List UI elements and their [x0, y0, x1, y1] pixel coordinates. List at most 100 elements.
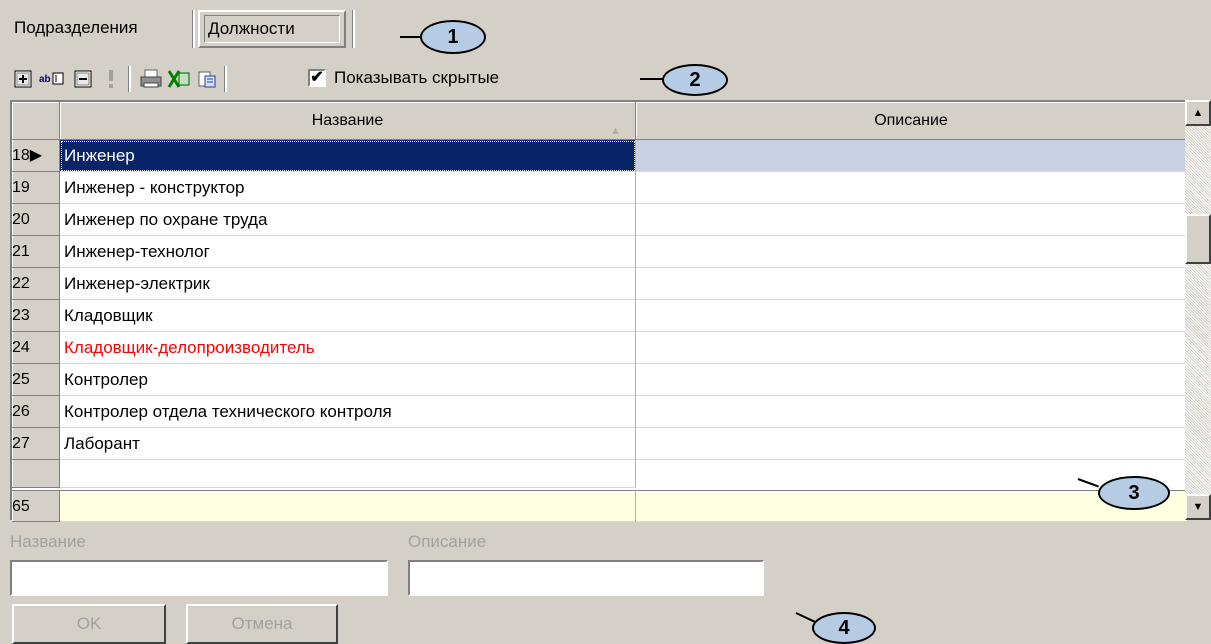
toolbar-separator: [128, 66, 131, 92]
row-number-label: 23: [12, 307, 30, 324]
row-number: 23: [12, 300, 60, 332]
row-name-cell[interactable]: Инженер: [60, 140, 636, 172]
arrow-down-icon: ▼: [1192, 501, 1204, 513]
edit-button[interactable]: ab: [38, 68, 66, 90]
printer-icon: [140, 69, 162, 88]
description-input[interactable]: [408, 560, 764, 596]
show-hidden-label: Показывать скрытые: [334, 68, 500, 87]
empty-row: [12, 460, 1187, 492]
row-number: 65: [12, 490, 60, 522]
tab-divider: [352, 10, 355, 48]
excel-icon: [167, 70, 190, 88]
row-number-label: 22: [12, 275, 30, 292]
table-row[interactable]: 18▶ Инженер: [12, 140, 1187, 172]
row-number: 22: [12, 268, 60, 300]
row-number: 25: [12, 364, 60, 396]
tab-divider: [192, 10, 195, 48]
row-description-cell[interactable]: [636, 396, 1187, 428]
table-row[interactable]: 26 Контролер отдела технического контроля: [12, 396, 1187, 428]
row-name-cell[interactable]: Лаборант: [60, 428, 636, 460]
row-number-label: 21: [12, 243, 30, 260]
row-number: 26: [12, 396, 60, 428]
table-row[interactable]: 22 Инженер-электрик: [12, 268, 1187, 300]
document-export-icon: [198, 71, 216, 88]
export-excel-button[interactable]: [166, 68, 192, 90]
row-number-label: 18: [12, 147, 30, 164]
row-description-cell[interactable]: [636, 428, 1187, 460]
row-description-cell[interactable]: [636, 140, 1187, 172]
row-name-cell[interactable]: Контролер: [60, 364, 636, 396]
add-icon: [14, 70, 32, 88]
row-description-cell[interactable]: [636, 172, 1187, 204]
print-button[interactable]: [140, 68, 162, 90]
row-description-cell[interactable]: [636, 236, 1187, 268]
row-number-label: 20: [12, 211, 30, 228]
delete-button[interactable]: [72, 68, 94, 90]
row-number: 24: [12, 332, 60, 364]
table-row[interactable]: 23 Кладовщик: [12, 300, 1187, 332]
header-indicator-cell: [12, 102, 60, 140]
column-header-description[interactable]: Описание: [636, 102, 1187, 140]
tab-positions[interactable]: Должности: [198, 10, 346, 48]
mark-button[interactable]: [100, 68, 122, 90]
toolbar-separator: [224, 66, 227, 92]
tab-divisions[interactable]: Подразделения: [4, 8, 194, 48]
row-name-cell[interactable]: Инженер по охране труда: [60, 204, 636, 236]
row-description-cell[interactable]: [636, 300, 1187, 332]
new-row[interactable]: 65: [12, 490, 1187, 522]
column-header-name-label: Название: [311, 112, 384, 129]
name-input[interactable]: [10, 560, 388, 596]
callout-3-label: 3: [1098, 476, 1170, 510]
row-description-cell[interactable]: [636, 268, 1187, 300]
row-number: 18▶: [12, 140, 60, 172]
arrow-up-icon: ▲: [1192, 107, 1204, 119]
current-row-indicator-icon: ▶: [29, 147, 43, 164]
row-number-label: 19: [12, 179, 30, 196]
row-description-cell[interactable]: [636, 332, 1187, 364]
edit-text-icon: ab: [39, 72, 64, 85]
row-description-cell[interactable]: [636, 204, 1187, 236]
row-number-label: 25: [12, 371, 30, 388]
grid-header: Название ▲ Описание: [12, 102, 1187, 140]
row-name-cell[interactable]: Инженер-электрик: [60, 268, 636, 300]
row-name-cell[interactable]: Инженер-технолог: [60, 236, 636, 268]
table-row[interactable]: 24 Кладовщик-делопроизводитель: [12, 332, 1187, 364]
new-row-name-cell[interactable]: [60, 490, 636, 522]
scroll-up-button[interactable]: ▲: [1185, 100, 1211, 126]
table-row[interactable]: 20 Инженер по охране труда: [12, 204, 1187, 236]
row-number-label: 24: [12, 339, 30, 356]
callout-2-label: 2: [662, 64, 728, 96]
row-name-cell[interactable]: Кладовщик-делопроизводитель: [60, 332, 636, 364]
column-header-name[interactable]: Название ▲: [60, 102, 636, 140]
table-row[interactable]: 21 Инженер-технолог: [12, 236, 1187, 268]
scroll-thumb[interactable]: [1185, 214, 1211, 264]
remove-icon: [74, 70, 92, 88]
row-number: 27: [12, 428, 60, 460]
export-button[interactable]: [196, 68, 218, 90]
scroll-down-button[interactable]: ▼: [1185, 494, 1211, 520]
callout-1-label: 1: [420, 20, 486, 54]
row-name-cell[interactable]: Кладовщик: [60, 300, 636, 332]
positions-grid: Название ▲ Описание 18▶ Инженер 19 Инженер …: [10, 100, 1211, 522]
row-name-cell[interactable]: Инженер - конструктор: [60, 172, 636, 204]
table-row[interactable]: 27 Лаборант: [12, 428, 1187, 460]
tab-divisions-label: Подразделения: [14, 18, 138, 37]
row-number: 19: [12, 172, 60, 204]
table-row[interactable]: 25 Контролер: [12, 364, 1187, 396]
row-number-label: 26: [12, 403, 30, 420]
callout-4-label: 4: [812, 612, 876, 644]
column-header-description-label: Описание: [874, 112, 948, 129]
table-row[interactable]: 19 Инженер - конструктор: [12, 172, 1187, 204]
row-number: 20: [12, 204, 60, 236]
show-hidden-checkbox[interactable]: ✔: [308, 69, 326, 87]
row-description-cell[interactable]: [636, 364, 1187, 396]
ok-button[interactable]: OK: [12, 604, 166, 644]
name-field-label: Название: [10, 532, 86, 551]
exclamation-icon: [109, 70, 113, 88]
cancel-button[interactable]: Отмена: [186, 604, 338, 644]
add-button[interactable]: [12, 68, 34, 90]
vertical-scrollbar[interactable]: ▲ ▼: [1185, 100, 1211, 520]
row-name-cell[interactable]: Контролер отдела технического контроля: [60, 396, 636, 428]
toolbar: ab ✔ Показывать скрытые: [0, 60, 1211, 100]
row-number-label: 27: [12, 435, 30, 452]
